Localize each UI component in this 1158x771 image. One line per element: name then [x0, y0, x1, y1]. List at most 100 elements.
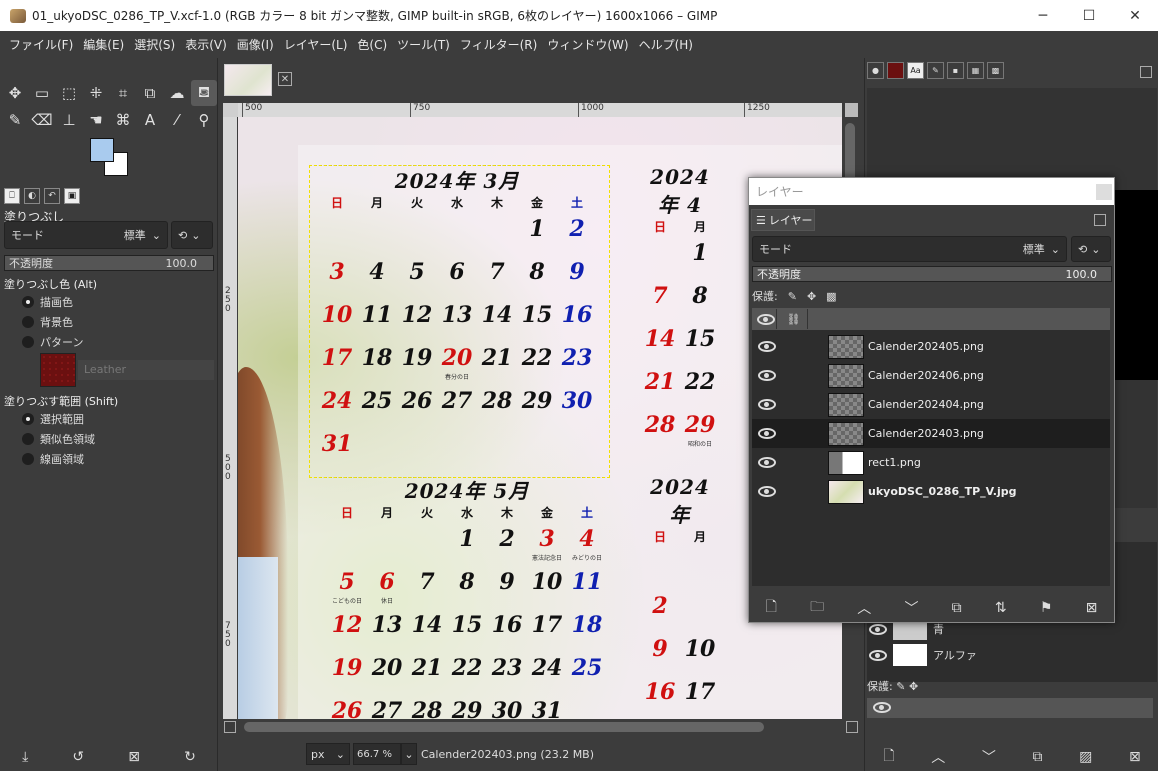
free-select-tool[interactable]: ⬚	[56, 80, 82, 106]
layer-name[interactable]: Calender202406.png	[868, 369, 984, 382]
text-tool[interactable]: A	[137, 107, 163, 133]
save-options-icon[interactable]: ⤓	[22, 749, 28, 765]
minimize-button[interactable]: ─	[1020, 0, 1066, 31]
lock-position-icon[interactable]: ✥	[909, 680, 918, 693]
visibility-eye-icon[interactable]	[758, 370, 776, 381]
delete-layer-icon[interactable]: ⊠	[1086, 600, 1098, 616]
patterns-tab-icon[interactable]	[887, 62, 904, 79]
layers-tab[interactable]: ☰ レイヤー	[751, 209, 815, 231]
duplicate-channel-icon[interactable]: ⧉	[1032, 749, 1042, 765]
lower-channel-icon[interactable]: ﹀	[982, 747, 996, 767]
chevron-down-icon[interactable]: ⌄	[401, 743, 417, 765]
layer-row[interactable]: Calender202403.png	[752, 419, 1110, 448]
mode-reset-select[interactable]: ⟲ ⌄	[171, 221, 213, 249]
menu-edit[interactable]: 編集(E)	[78, 36, 129, 53]
visibility-eye-icon[interactable]	[869, 649, 887, 661]
menu-colors[interactable]: 色(C)	[352, 36, 392, 53]
lock-alpha-icon[interactable]: ▩	[826, 290, 836, 303]
menu-layer[interactable]: レイヤー(L)	[279, 36, 353, 53]
layer-row[interactable]: Calender202405.png	[752, 332, 1110, 361]
menu-select[interactable]: 選択(S)	[129, 36, 180, 53]
images-tab-icon[interactable]: ▣	[64, 188, 80, 204]
undo-history-tab-icon[interactable]: ↶	[44, 188, 60, 204]
menu-tools[interactable]: ツール(T)	[392, 36, 455, 53]
layer-name[interactable]: Calender202405.png	[868, 340, 984, 353]
layer-row[interactable]: rect1.png	[752, 448, 1110, 477]
menu-windows[interactable]: ウィンドウ(W)	[542, 36, 633, 53]
layer-opacity-slider[interactable]: 不透明度 100.0	[752, 266, 1112, 282]
tool-presets-tab-icon[interactable]: ▪	[947, 62, 964, 79]
area-selection-radio[interactable]: 選択範囲	[22, 411, 84, 427]
lock-position-icon[interactable]: ✥	[807, 290, 816, 303]
rect-select-tool[interactable]: ▭	[29, 80, 55, 106]
delete-channel-icon[interactable]: ⊠	[1129, 749, 1141, 765]
unit-select[interactable]: px ⌄	[306, 743, 350, 765]
restore-options-icon[interactable]: ↺	[72, 749, 84, 765]
device-status-tab-icon[interactable]: ◐	[24, 188, 40, 204]
fuzzy-select-tool[interactable]: ⁜	[83, 80, 109, 106]
channel-to-selection-icon[interactable]: ▨	[1079, 749, 1092, 765]
opacity-slider[interactable]: 不透明度 100.0	[4, 255, 214, 271]
close-image-tab-icon[interactable]: ✕	[278, 72, 292, 86]
horizontal-ruler[interactable]: 500 750 1000 1250	[238, 103, 842, 117]
move-tool[interactable]: ✥	[2, 80, 28, 106]
merge-down-icon[interactable]: ⇅	[995, 600, 1007, 616]
horizontal-scroll-thumb[interactable]	[244, 722, 764, 732]
menu-help[interactable]: ヘルプ(H)	[634, 36, 698, 53]
lock-pixels-icon[interactable]: ✎	[788, 290, 797, 303]
fonts-tab-icon[interactable]: Aa	[907, 62, 924, 79]
navigate-button[interactable]	[846, 721, 858, 733]
raise-channel-icon[interactable]: ︿	[931, 747, 945, 767]
menu-file[interactable]: ファイル(F)	[4, 36, 78, 53]
horizontal-scrollbar[interactable]	[238, 719, 842, 735]
dialog-menu-icon[interactable]	[1094, 214, 1106, 226]
new-layer-group-icon[interactable]: 🗀	[810, 596, 824, 620]
color-picker-tool[interactable]: ⁄	[164, 107, 190, 133]
pattern-swatch[interactable]	[40, 353, 76, 387]
maximize-button[interactable]: ☐	[1066, 0, 1112, 31]
layer-name[interactable]: Calender202403.png	[868, 427, 984, 440]
new-layer-icon[interactable]: 🗋	[766, 596, 777, 620]
close-button[interactable]: ✕	[1112, 0, 1158, 31]
layer-name[interactable]: rect1.png	[868, 456, 921, 469]
image-tab-thumbnail[interactable]	[224, 64, 272, 96]
eraser-tool[interactable]: ⌫	[29, 107, 55, 133]
quick-mask-toggle[interactable]	[224, 721, 236, 733]
foreground-color-swatch[interactable]	[90, 138, 114, 162]
brushes-tab-icon[interactable]: ●	[867, 62, 884, 79]
fg-bg-color-selector[interactable]	[88, 138, 132, 178]
layer-row[interactable]: Calender202406.png	[752, 361, 1110, 390]
area-lineart-radio[interactable]: 線画領域	[22, 451, 84, 467]
visibility-eye-icon[interactable]	[758, 486, 776, 497]
warp-tool[interactable]: ☁	[164, 80, 190, 106]
layers-list[interactable]: Calender202405.png Calender202406.png Cale…	[752, 330, 1110, 586]
layer-row[interactable]: Calender202404.png	[752, 390, 1110, 419]
reset-options-icon[interactable]: ↻	[184, 749, 196, 765]
paint-dynamics-tab-icon[interactable]: ✎	[927, 62, 944, 79]
zoom-fit-button[interactable]	[845, 103, 858, 117]
delete-options-icon[interactable]: ⊠	[128, 749, 140, 765]
paintbrush-tool[interactable]: ✎	[2, 107, 28, 133]
mode-select[interactable]: モード 標準 ⌄	[4, 221, 168, 249]
menu-image[interactable]: 画像(I)	[232, 36, 279, 53]
tool-options-tab-icon[interactable]: ⎕	[4, 188, 20, 204]
zoom-tool[interactable]: ⚲	[191, 107, 217, 133]
clone-tool[interactable]: ⊥	[56, 107, 82, 133]
paths-tool[interactable]: ⌘	[110, 107, 136, 133]
fill-bg-radio[interactable]: 背景色	[22, 314, 73, 330]
layer-name[interactable]: Calender202404.png	[868, 398, 984, 411]
menu-view[interactable]: 表示(V)	[180, 36, 232, 53]
vertical-scroll-thumb[interactable]	[845, 123, 855, 183]
raise-layer-icon[interactable]: ︿	[857, 598, 871, 618]
visibility-eye-icon[interactable]	[758, 428, 776, 439]
zoom-select[interactable]: 66.7 %	[353, 743, 401, 765]
add-mask-icon[interactable]: ⚑	[1040, 600, 1053, 616]
visibility-eye-icon[interactable]	[758, 341, 776, 352]
layer-composite-select[interactable]: ⟲ ⌄	[1071, 236, 1111, 262]
layers-dialog-close-button[interactable]	[1096, 184, 1112, 200]
lower-layer-icon[interactable]: ﹀	[904, 598, 918, 618]
layer-name[interactable]: ukyoDSC_0286_TP_V.jpg	[868, 485, 1016, 498]
menu-filters[interactable]: フィルター(R)	[455, 36, 542, 53]
layer-mode-select[interactable]: モード 標準 ⌄	[752, 236, 1067, 262]
fill-pattern-radio[interactable]: パターン	[22, 334, 83, 350]
